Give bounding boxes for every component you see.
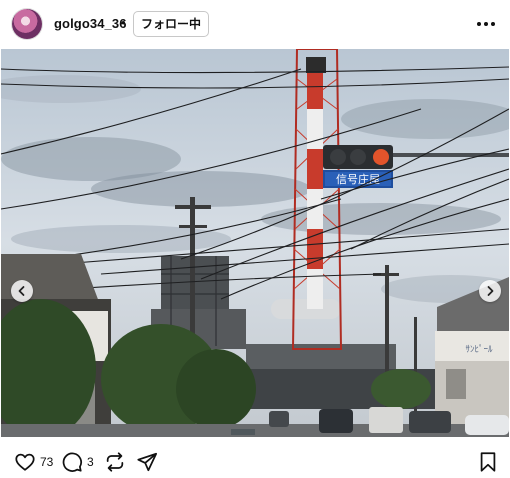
bookmark-icon (480, 452, 496, 472)
comment-count: 3 (87, 455, 94, 469)
repost-button[interactable] (104, 449, 126, 475)
following-button[interactable]: フォロー中 (133, 11, 210, 37)
previous-image-button[interactable] (11, 280, 33, 302)
avatar[interactable] (12, 9, 42, 39)
send-icon (137, 452, 158, 472)
next-image-button[interactable] (479, 280, 501, 302)
comment-icon (62, 452, 83, 472)
share-button[interactable] (136, 449, 158, 475)
separator-dot: • (121, 15, 126, 30)
username[interactable]: golgo34_36 (54, 16, 127, 31)
chevron-left-icon (18, 286, 25, 296)
comment-button[interactable]: 3 (61, 449, 94, 475)
post-actions: 73 3 (0, 449, 510, 478)
chevron-right-icon (487, 286, 494, 296)
repost-icon (106, 452, 124, 472)
street-scene-image: 信号庄屋 ｻﾝﾋﾟｰﾙ (1, 49, 509, 437)
post-photo[interactable]: 信号庄屋 ｻﾝﾋﾟｰﾙ (1, 49, 509, 437)
save-button[interactable] (478, 449, 498, 475)
building-sign-text: ｻﾝﾋﾟｰﾙ (465, 344, 493, 355)
like-count: 73 (40, 455, 54, 469)
heart-icon (15, 453, 35, 471)
like-button[interactable]: 73 (14, 449, 53, 475)
more-horizontal-icon[interactable] (474, 14, 498, 34)
post-header: golgo34_36 • フォロー中 (0, 0, 510, 48)
